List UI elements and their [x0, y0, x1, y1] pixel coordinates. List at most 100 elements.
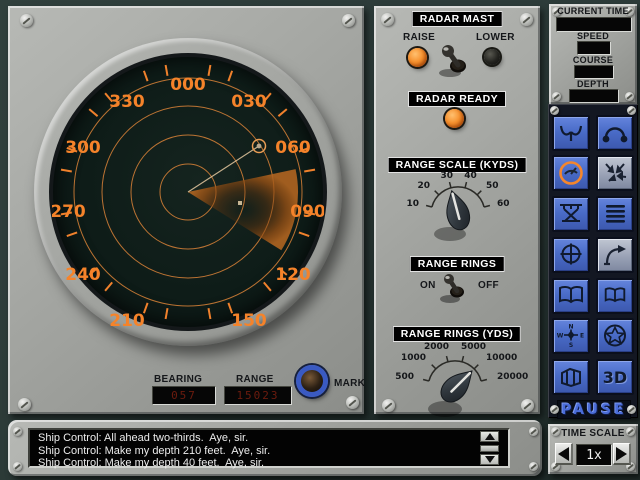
screw — [342, 14, 355, 27]
range-rings-yds-header: RANGE RINGS (YDS) — [393, 326, 521, 342]
open-book-icon — [603, 285, 627, 307]
ship-log-button[interactable] — [552, 278, 590, 314]
range-scale-header: RANGE SCALE (KYDS) — [388, 157, 527, 173]
3d-view-button[interactable]: 3D — [596, 359, 634, 395]
compass-rose-icon: N S W E — [557, 323, 585, 349]
compass-label: 120 — [275, 265, 311, 285]
tubes-station-button[interactable] — [596, 196, 634, 232]
screw — [520, 13, 533, 26]
status-panel: CURRENT TIME SPEED COURSE DEPTH — [549, 4, 637, 104]
radar-controls-panel: RADAR MAST RAISE LOWER RADAR READY RANGE… — [374, 6, 540, 414]
curve-arrow-icon — [601, 242, 629, 268]
current-time-display — [556, 17, 632, 32]
radar-station-screen: { "radar": { "compass_labels": ["000","0… — [0, 0, 640, 480]
range-scale-knob[interactable] — [412, 174, 504, 248]
compass-label: 000 — [170, 75, 206, 95]
range-value: 15023 — [236, 389, 279, 402]
contact-marker-dot — [257, 144, 262, 149]
sonar-station-button[interactable] — [552, 115, 590, 151]
converge-arrows-icon — [601, 160, 629, 186]
radar-scope-panel: 000 030 060 090 120 150 180 210 240 270 … — [8, 6, 364, 414]
radar-icon — [557, 160, 585, 186]
radar-scope-display[interactable]: 000 030 060 090 120 150 180 210 240 270 … — [52, 56, 324, 328]
compass-label: 150 — [231, 311, 267, 328]
scroll-up-button[interactable] — [480, 431, 499, 442]
scroll-thumb[interactable] — [480, 445, 499, 452]
compass-label: 330 — [109, 92, 145, 112]
time-scale-increase-button[interactable] — [613, 443, 631, 465]
mission-orders-button[interactable] — [596, 318, 634, 354]
radar-ready-lamp — [445, 109, 464, 128]
range-label: RANGE — [236, 374, 274, 385]
radar-mast-header: RADAR MAST — [412, 11, 503, 27]
log-line: Ship Control: All ahead two-thirds. Aye,… — [38, 432, 508, 445]
compass-label: 030 — [231, 92, 267, 112]
mark-label: MARK — [334, 378, 365, 389]
raise-indicator-lamp — [408, 48, 427, 67]
range-display: 15023 — [224, 386, 292, 405]
screw — [529, 462, 538, 471]
screw — [627, 106, 636, 115]
weapons-station-button[interactable] — [552, 196, 590, 232]
screw — [381, 13, 394, 26]
triangle-up-icon — [485, 433, 495, 440]
log-scrollbar[interactable] — [480, 431, 499, 465]
weapons-rack-icon — [557, 201, 585, 227]
star-icon — [601, 323, 629, 349]
compass-label: 090 — [290, 202, 324, 222]
navigation-station-button[interactable] — [552, 237, 590, 273]
reference-library-button[interactable] — [596, 278, 634, 314]
station-button-panel: N S W E 3D PAUSE — [548, 104, 638, 418]
compass-label: 210 — [109, 311, 145, 328]
triangle-down-icon — [485, 456, 495, 463]
range-rings-toggle-switch[interactable] — [440, 270, 470, 304]
lower-label: LOWER — [476, 32, 515, 43]
compass-label: 300 — [65, 138, 101, 158]
bearing-label: BEARING — [154, 374, 202, 385]
log-line: Ship Control: Make my depth 40 feet. Aye… — [38, 457, 508, 470]
screw — [346, 396, 359, 409]
svg-text:E: E — [580, 333, 584, 340]
speed-display — [577, 41, 611, 55]
maneuvering-station-button[interactable] — [596, 237, 634, 273]
course-label: COURSE — [549, 55, 637, 65]
screw — [20, 14, 33, 27]
time-scale-display: 1x — [576, 444, 612, 466]
chart-box-icon — [557, 364, 585, 390]
scroll-down-button[interactable] — [480, 454, 499, 465]
radar-bezel: 000 030 060 090 120 150 180 210 240 270 … — [34, 38, 342, 346]
radar-mast-toggle-switch[interactable] — [438, 42, 472, 78]
range-rings-yds-knob[interactable] — [409, 348, 501, 422]
screw — [552, 92, 561, 101]
nav-chart-station-button[interactable]: N S W E — [552, 318, 590, 354]
screw — [529, 427, 538, 436]
depth-display — [569, 89, 619, 103]
sonar-icon — [557, 120, 585, 146]
rings-on-label: ON — [420, 280, 436, 291]
svg-text:S: S — [569, 342, 573, 349]
screw — [627, 405, 636, 414]
radar-ready-header: RADAR READY — [408, 91, 506, 107]
bearing-value: 057 — [171, 389, 197, 402]
headphones-icon — [601, 120, 629, 146]
periscope-station-button[interactable] — [596, 155, 634, 191]
arrow-left-icon — [558, 447, 569, 461]
message-log-panel: Ship Control: All ahead two-thirds. Aye,… — [8, 420, 542, 476]
screw — [550, 106, 559, 115]
towed-array-station-button[interactable] — [596, 115, 634, 151]
map-view-button[interactable] — [552, 359, 590, 395]
crosshair-icon — [557, 242, 585, 268]
message-log-screen: Ship Control: All ahead two-thirds. Aye,… — [28, 428, 510, 468]
time-scale-panel: TIME SCALE 1x — [548, 424, 638, 474]
range-rings-yds-knob-area: 500 1000 2000 5000 10000 20000 — [378, 342, 538, 414]
mark-button[interactable] — [296, 365, 328, 397]
speed-label: SPEED — [549, 31, 637, 41]
radar-station-button-active[interactable] — [552, 155, 590, 191]
radar-return-blip — [238, 201, 242, 205]
pause-button[interactable]: PAUSE — [557, 400, 631, 419]
time-scale-decrease-button[interactable] — [555, 443, 573, 465]
lower-indicator-lamp — [484, 49, 500, 65]
course-display — [574, 65, 614, 79]
screw — [13, 427, 22, 436]
compass-label: 270 — [52, 202, 86, 222]
